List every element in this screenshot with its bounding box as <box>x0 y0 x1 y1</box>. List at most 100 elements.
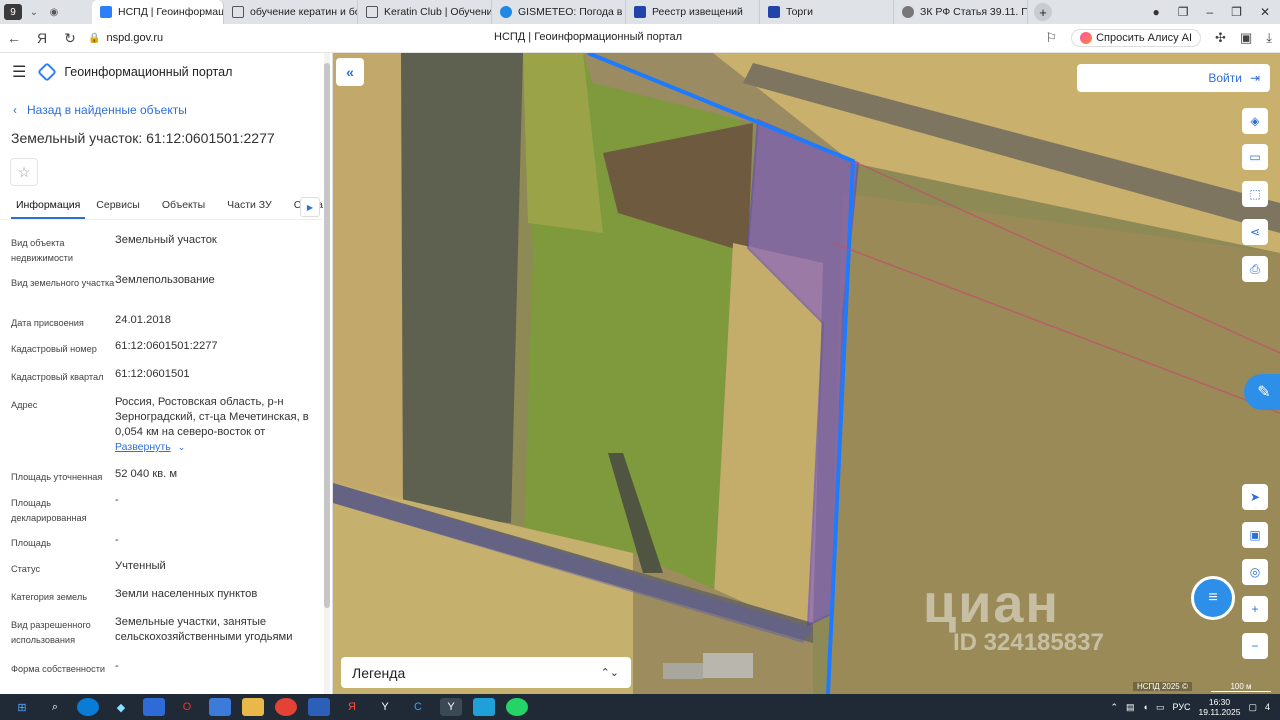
login-button[interactable]: Войти ⇥ <box>1077 64 1270 92</box>
portal-logo <box>37 62 58 82</box>
property-value: Земельные участки, занятые сельскохозяйс… <box>115 616 293 643</box>
windows-start-icon[interactable]: ⊞ <box>11 698 33 716</box>
print-button[interactable]: ⎙ <box>1242 256 1268 282</box>
legend-dropdown[interactable]: Легенда ⌃⌄ <box>341 657 631 688</box>
ask-alice-button[interactable]: Спросить Алису AI <box>1071 29 1202 47</box>
property-value: 61:12:0601501:2277 <box>115 340 218 352</box>
chevron-down-icon[interactable]: ⌄ <box>26 4 42 20</box>
minimap-button[interactable]: ▣ <box>1242 522 1268 548</box>
gismeteo-favicon <box>500 6 512 18</box>
network-icon[interactable]: ▤ <box>1126 702 1135 713</box>
geolocation-button[interactable]: ◎ <box>1242 559 1268 585</box>
bookmark-icon[interactable]: ⚐ <box>1045 30 1057 46</box>
tab-information[interactable]: Информация <box>11 196 86 219</box>
reload-icon[interactable]: ↻ <box>56 30 84 47</box>
extensions-icon[interactable]: ✣ <box>1215 30 1226 46</box>
yandex-browser-icon[interactable]: Y <box>374 698 396 716</box>
folder-icon[interactable] <box>242 698 264 716</box>
tab-label: Торги <box>786 6 813 18</box>
tab-nspd[interactable]: НСПД | Геоинформаци × <box>92 0 224 24</box>
property-key: Вид объекта недвижимости <box>11 238 73 263</box>
tab-registry[interactable]: Реестр извещений <box>626 0 760 24</box>
property-key: Вид земельного участка <box>11 278 115 288</box>
tab-parcel-parts[interactable]: Части ЗУ <box>216 196 283 219</box>
share-icon: ⋖ <box>1249 225 1261 239</box>
clock[interactable]: 16:30 19.11.2025 <box>1199 697 1241 717</box>
login-icon: ⇥ <box>1249 71 1260 85</box>
select-area-button[interactable]: ⬚ <box>1242 181 1268 207</box>
system-tray: ⌃ ▤ ◖ ▭ РУС 16:30 19.11.2025 ▢ 4 <box>1111 697 1280 717</box>
legend-label: Легенда <box>352 664 406 681</box>
address-bar-actions: ⚐ Спросить Алису AI ✣ ▣ ⤓ <box>1045 29 1280 47</box>
tray-arrow-icon[interactable]: ⌃ <box>1111 702 1119 713</box>
yandex-button-icon[interactable]: Я <box>28 30 56 46</box>
back-to-results-link[interactable]: ‹ Назад в найденные объекты <box>13 103 187 117</box>
battery-icon[interactable]: ▭ <box>1156 702 1165 713</box>
yandex-icon[interactable]: ◉ <box>46 4 62 20</box>
close-window-icon[interactable]: ✕ <box>1260 5 1270 19</box>
chevron-left-icon: ‹ <box>13 103 17 117</box>
search-icon[interactable]: ⌕ <box>44 698 66 716</box>
property-key: Форма собственности <box>11 664 106 674</box>
registry-favicon <box>634 6 646 18</box>
language-indicator[interactable]: РУС <box>1173 702 1191 712</box>
collections-icon[interactable]: ❐ <box>1178 5 1189 19</box>
collapse-panel-button[interactable]: « <box>336 58 364 86</box>
app-icon[interactable] <box>209 698 231 716</box>
tab-auctions[interactable]: Торги <box>760 0 894 24</box>
property-value: 61:12:0601501 <box>115 368 190 380</box>
whatsapp-icon[interactable] <box>506 698 528 716</box>
word-icon[interactable] <box>308 698 330 716</box>
back-arrow-icon[interactable]: ← <box>0 30 28 46</box>
watermark-text: циан <box>923 574 1061 634</box>
expand-address-link[interactable]: Развернуть ⌄ <box>115 440 316 455</box>
sidebar-icon[interactable]: ▣ <box>1240 30 1252 46</box>
downloads-icon[interactable]: ⤓ <box>1266 30 1272 46</box>
tab-count-badge[interactable]: 9 <box>4 4 22 20</box>
tab-keratin-search[interactable]: обучение кератин и бото <box>224 0 358 24</box>
locate-button[interactable]: ➤ <box>1242 484 1268 510</box>
zoom-in-button[interactable]: + <box>1242 596 1268 622</box>
favorite-star-button[interactable]: ☆ <box>10 158 38 186</box>
property-row: Адрес Россия, Ростовская область, р-н Зе… <box>11 395 316 467</box>
property-list: Вид объекта недвижимости Земельный участ… <box>11 233 316 681</box>
url-field[interactable]: 🔒 nspd.gov.ru <box>88 32 163 44</box>
volume-icon[interactable]: ◖ <box>1143 702 1148 712</box>
zoom-out-button[interactable]: − <box>1242 633 1268 659</box>
app-drop-icon[interactable]: ◆ <box>110 698 132 716</box>
tab-objects[interactable]: Объекты <box>151 196 216 219</box>
property-row: Форма собственности - <box>11 659 316 681</box>
nspd-favicon <box>100 6 112 18</box>
edge-icon[interactable] <box>77 698 99 716</box>
new-tab-button[interactable]: + <box>1034 3 1052 21</box>
property-key: Категория земель <box>11 592 87 602</box>
side-widget-button[interactable]: ✎ <box>1244 374 1280 410</box>
yandex-music-icon[interactable]: Я <box>341 698 363 716</box>
login-label: Войти <box>1208 71 1242 85</box>
profile-icon[interactable]: ● <box>1152 5 1159 19</box>
minimize-icon[interactable]: – <box>1206 5 1213 19</box>
tabs-scroll-right-icon[interactable]: ▶ <box>300 197 320 217</box>
maximize-icon[interactable]: ❐ <box>1231 5 1242 19</box>
map-view[interactable]: « Войти ⇥ ◈ ▭ ⬚ ⋖ ⎙ ✎ ➤ ▣ ◎ + − ≡ циан I… <box>333 53 1280 694</box>
chat-button[interactable]: ≡ <box>1191 576 1235 620</box>
opera-icon[interactable]: O <box>176 698 198 716</box>
share-button[interactable]: ⋖ <box>1242 219 1268 245</box>
app-window-icon[interactable] <box>473 698 495 716</box>
chrome-icon[interactable] <box>275 698 297 716</box>
measure-button[interactable]: ▭ <box>1242 144 1268 170</box>
tab-label: Keratin Club | Обучение к <box>384 6 492 18</box>
tab-gismeteo[interactable]: GISMETEO: Погода в Зер <box>492 0 626 24</box>
tab-services[interactable]: Сервисы <box>85 196 151 219</box>
app-c-icon[interactable]: C <box>407 698 429 716</box>
yandex-browser-active-icon[interactable]: Y <box>440 698 462 716</box>
notifications-icon[interactable]: ▢ <box>1248 702 1257 713</box>
layers-button[interactable]: ◈ <box>1242 108 1268 134</box>
tab-keratin-club[interactable]: Keratin Club | Обучение к <box>358 0 492 24</box>
property-row: Вид разрешенного использования Земельные… <box>11 615 316 659</box>
menu-icon[interactable]: ☰ <box>12 62 26 82</box>
panel-scrollbar-thumb[interactable] <box>324 63 330 608</box>
tab-land-code[interactable]: ЗК РФ Статья 39.11. Под <box>894 0 1028 24</box>
page-title: НСПД | Геоинформационный портал <box>494 31 683 43</box>
calculator-icon[interactable] <box>143 698 165 716</box>
